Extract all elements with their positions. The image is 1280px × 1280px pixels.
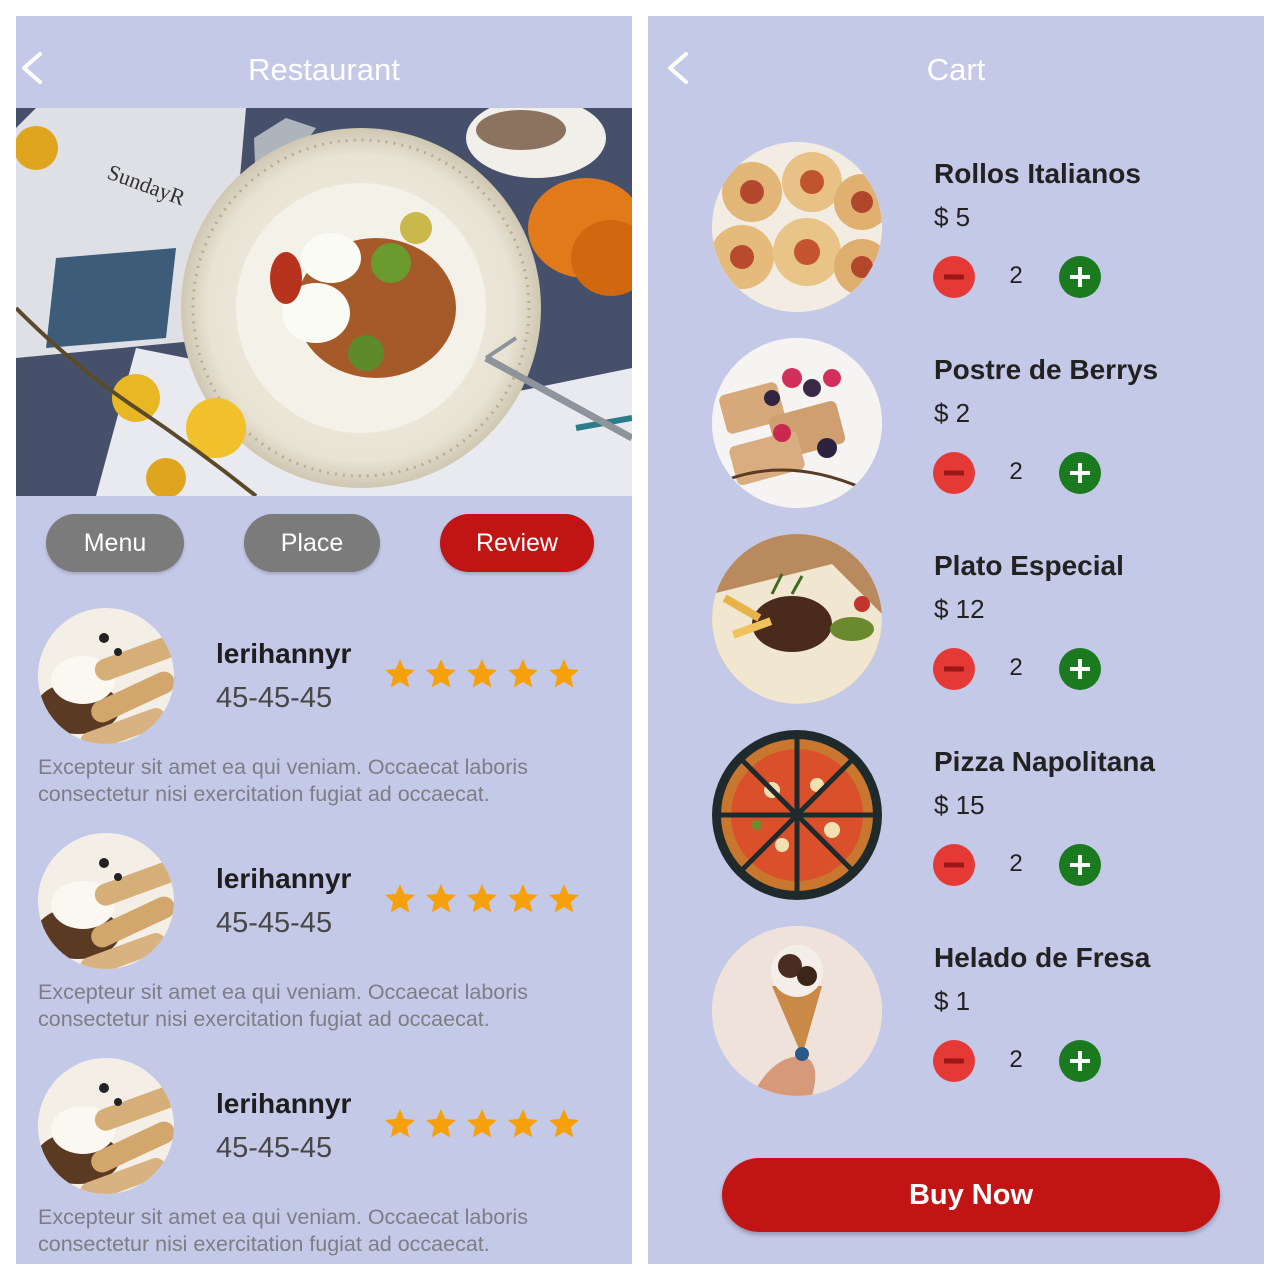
plus-icon bbox=[1070, 659, 1090, 679]
reviewer-code: 45-45-45 bbox=[216, 682, 333, 714]
decrease-quantity-button[interactable] bbox=[933, 844, 975, 886]
reviewer-avatar bbox=[38, 608, 174, 744]
cart-header: Cart bbox=[648, 16, 1264, 108]
product-name: Helado de Fresa bbox=[934, 942, 1151, 973]
product-price: $ 5 bbox=[934, 202, 971, 232]
product-name: Rollos Italianos bbox=[934, 158, 1141, 189]
quantity-value: 2 bbox=[1009, 1046, 1023, 1073]
star-icon bbox=[467, 884, 497, 913]
increase-quantity-button[interactable] bbox=[1059, 256, 1101, 298]
product-image bbox=[712, 534, 882, 704]
plus-icon bbox=[1070, 1051, 1090, 1071]
review-text: Excepteur sit amet ea qui veniam. Occaec… bbox=[38, 1205, 528, 1256]
page-title: Cart bbox=[926, 52, 986, 87]
star-icon bbox=[426, 1109, 456, 1138]
restaurant-screen: Restaurant SundayR Menu Place Review ler… bbox=[16, 16, 632, 1264]
star-icon bbox=[549, 1109, 579, 1138]
increase-quantity-button[interactable] bbox=[1059, 452, 1101, 494]
star-icon bbox=[426, 659, 456, 688]
star-rating bbox=[382, 881, 582, 921]
restaurant-header: Restaurant bbox=[16, 16, 632, 108]
reviewer-code: 45-45-45 bbox=[216, 907, 333, 939]
tab-review[interactable]: Review bbox=[440, 514, 594, 572]
star-rating bbox=[382, 656, 582, 696]
product-price: $ 15 bbox=[934, 790, 985, 820]
quantity-value: 2 bbox=[1009, 458, 1023, 485]
reviewer-name: lerihannyr bbox=[216, 638, 352, 669]
plus-icon bbox=[1070, 463, 1090, 483]
cart-item: Pizza Napolitana $ 15 2 bbox=[648, 730, 1264, 910]
product-price: $ 2 bbox=[934, 398, 971, 428]
decrease-quantity-button[interactable] bbox=[933, 452, 975, 494]
tab-place[interactable]: Place bbox=[244, 514, 380, 572]
product-image bbox=[712, 142, 882, 312]
page-title: Restaurant bbox=[248, 52, 400, 87]
decrease-quantity-button[interactable] bbox=[933, 256, 975, 298]
plus-icon bbox=[1070, 267, 1090, 287]
minus-icon bbox=[944, 470, 964, 476]
restaurant-hero-image: SundayR bbox=[16, 108, 632, 496]
decrease-quantity-button[interactable] bbox=[933, 648, 975, 690]
review-item: lerihannyr 45-45-45 Excepteur sit amet e… bbox=[16, 608, 632, 818]
increase-quantity-button[interactable] bbox=[1059, 1040, 1101, 1082]
star-icon bbox=[467, 1109, 497, 1138]
star-icon bbox=[508, 659, 538, 688]
decrease-quantity-button[interactable] bbox=[933, 1040, 975, 1082]
star-icon bbox=[549, 659, 579, 688]
reviewer-code: 45-45-45 bbox=[216, 1132, 333, 1164]
minus-icon bbox=[944, 862, 964, 868]
cart-item: Helado de Fresa $ 1 2 bbox=[648, 926, 1264, 1106]
review-item: lerihannyr 45-45-45 Excepteur sit amet e… bbox=[16, 1058, 632, 1264]
star-icon bbox=[508, 884, 538, 913]
cart-item: Plato Especial $ 12 2 bbox=[648, 534, 1264, 714]
star-icon bbox=[508, 1109, 538, 1138]
review-item: lerihannyr 45-45-45 Excepteur sit amet e… bbox=[16, 833, 632, 1043]
product-name: Postre de Berrys bbox=[934, 354, 1159, 385]
cart-item: Postre de Berrys $ 2 2 bbox=[648, 338, 1264, 518]
star-rating bbox=[382, 1106, 582, 1146]
product-image bbox=[712, 926, 882, 1096]
buy-now-button[interactable]: Buy Now bbox=[722, 1158, 1220, 1232]
product-price: $ 1 bbox=[934, 986, 971, 1016]
plus-icon bbox=[1070, 855, 1090, 875]
product-image bbox=[712, 338, 882, 508]
reviewer-name: lerihannyr bbox=[216, 863, 352, 894]
star-icon bbox=[385, 659, 415, 688]
product-name: Plato Especial bbox=[934, 550, 1124, 581]
star-icon bbox=[385, 884, 415, 913]
increase-quantity-button[interactable] bbox=[1059, 844, 1101, 886]
quantity-value: 2 bbox=[1009, 850, 1023, 877]
product-price: $ 12 bbox=[934, 594, 985, 624]
quantity-value: 2 bbox=[1009, 262, 1023, 289]
product-image bbox=[712, 730, 882, 900]
star-icon bbox=[426, 884, 456, 913]
star-icon bbox=[385, 1109, 415, 1138]
reviewer-avatar bbox=[38, 833, 174, 969]
minus-icon bbox=[944, 1058, 964, 1064]
review-text: Excepteur sit amet ea qui veniam. Occaec… bbox=[38, 755, 528, 806]
cart-screen: Cart Rollos Italianos $ 5 2 Postre de Be… bbox=[648, 16, 1264, 1264]
star-icon bbox=[467, 659, 497, 688]
quantity-value: 2 bbox=[1009, 654, 1023, 681]
reviewer-name: lerihannyr bbox=[216, 1088, 352, 1119]
review-text: Excepteur sit amet ea qui veniam. Occaec… bbox=[38, 980, 528, 1031]
minus-icon bbox=[944, 666, 964, 672]
product-name: Pizza Napolitana bbox=[934, 746, 1155, 777]
minus-icon bbox=[944, 274, 964, 280]
tab-menu[interactable]: Menu bbox=[46, 514, 184, 572]
cart-item: Rollos Italianos $ 5 2 bbox=[648, 142, 1264, 322]
reviewer-avatar bbox=[38, 1058, 174, 1194]
increase-quantity-button[interactable] bbox=[1059, 648, 1101, 690]
star-icon bbox=[549, 884, 579, 913]
